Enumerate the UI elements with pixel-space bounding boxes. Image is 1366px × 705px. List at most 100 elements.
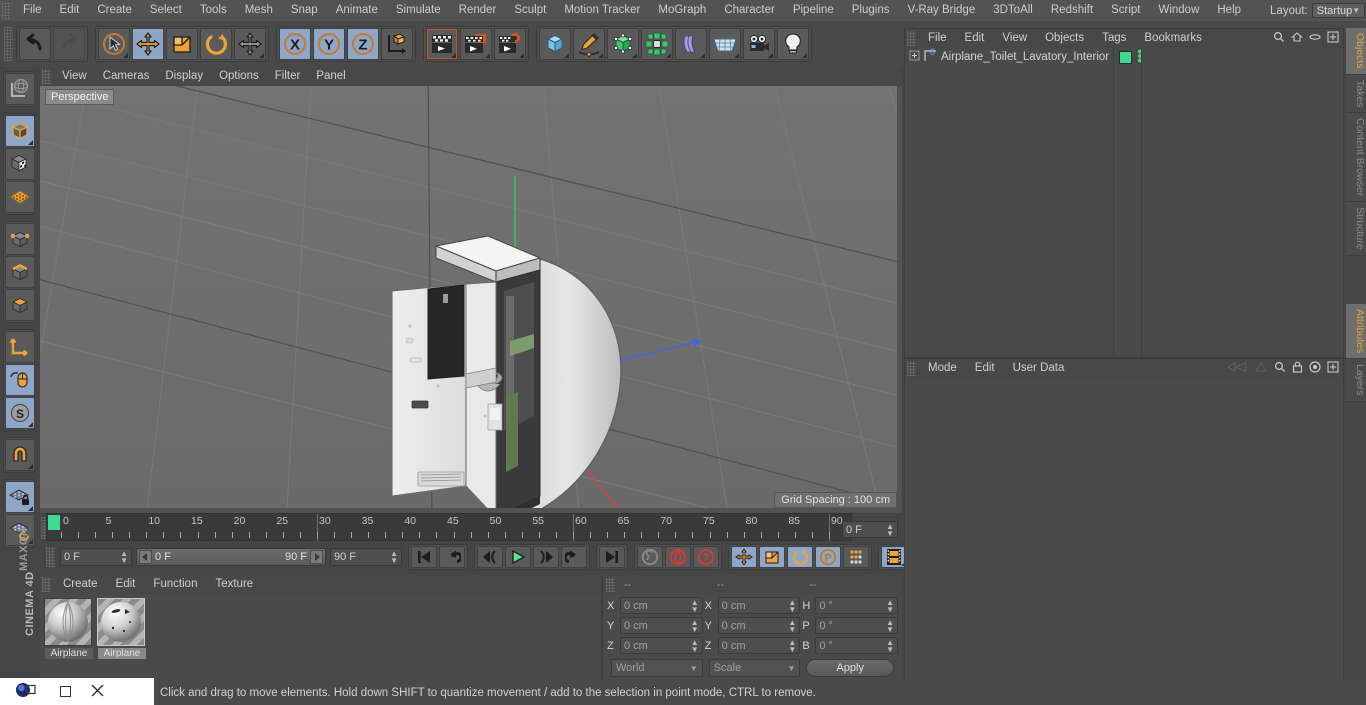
material-grip[interactable]: [42, 577, 51, 592]
undo-button[interactable]: [19, 28, 51, 60]
spinner-icon[interactable]: ▲ ▼: [886, 618, 894, 633]
spinner-icon[interactable]: ▲ ▼: [691, 598, 699, 613]
timeline-ruler[interactable]: 0 5 10 15 20 25 30 35 40 45 50 55 60 65 70 75 80 85 90: [46, 513, 852, 541]
viewport-menu-display[interactable]: Display: [157, 67, 211, 86]
attribute-menu-edit[interactable]: Edit: [966, 359, 1004, 378]
maximize-view-icon[interactable]: [883, 68, 897, 85]
coord-size-y-field[interactable]: 0 cm ▲ ▼: [717, 617, 801, 634]
attribute-menu-user-data[interactable]: User Data: [1004, 359, 1074, 378]
rotation-key-button[interactable]: [787, 546, 813, 568]
menu-item-mesh[interactable]: Mesh: [236, 0, 282, 21]
viewport-grip[interactable]: [42, 69, 51, 84]
menu-item-render[interactable]: Render: [450, 0, 506, 21]
y-axis-button[interactable]: Y: [313, 28, 345, 60]
layer-badge-icon[interactable]: 0: [923, 47, 938, 66]
go-to-start-button[interactable]: [411, 546, 437, 568]
coord-system-dropdown[interactable]: World ▼: [611, 659, 703, 677]
new-window-icon[interactable]: [1327, 31, 1339, 46]
viewport-scrollbar-vertical[interactable]: [897, 86, 902, 513]
coord-pos-y-field[interactable]: 0 cm ▲ ▼: [620, 617, 703, 634]
range-left-arrow-icon[interactable]: [139, 550, 152, 564]
menu-item-file[interactable]: File: [14, 0, 51, 21]
object-menu-bookmarks[interactable]: Bookmarks: [1135, 29, 1211, 48]
previous-frame-button[interactable]: [477, 546, 503, 568]
spinner-icon[interactable]: ▲ ▼: [788, 598, 796, 613]
tab-objects[interactable]: Objects: [1346, 28, 1366, 75]
lock-icon[interactable]: [1292, 361, 1303, 376]
material-tag-icon[interactable]: [1119, 50, 1132, 64]
coord-pos-z-field[interactable]: 0 cm ▲ ▼: [620, 637, 703, 654]
pan-icon[interactable]: [832, 68, 846, 85]
mograph-array-button[interactable]: [641, 28, 673, 60]
material-thumbnail[interactable]: [97, 598, 145, 646]
go-to-end-button[interactable]: [599, 546, 625, 568]
ellipse-icon[interactable]: [1309, 31, 1321, 46]
light-button[interactable]: [777, 28, 809, 60]
pla-key-button[interactable]: P: [815, 546, 841, 568]
points-mode-button[interactable]: [5, 223, 35, 255]
pin-left-icon[interactable]: [1226, 361, 1248, 376]
viewport-menu-view[interactable]: View: [54, 67, 95, 86]
cube-primitive-button[interactable]: [539, 28, 571, 60]
menu-item-edit[interactable]: Edit: [51, 0, 89, 21]
keyframe-selection-button[interactable]: ?: [693, 546, 719, 568]
menu-item-simulate[interactable]: Simulate: [387, 0, 450, 21]
menu-item-window[interactable]: Window: [1149, 0, 1208, 21]
object-menu-view[interactable]: View: [993, 29, 1036, 48]
spinner-icon[interactable]: ▲ ▼: [886, 638, 894, 653]
playback-grip[interactable]: [46, 547, 55, 567]
object-menu-objects[interactable]: Objects: [1036, 29, 1093, 48]
scale-key-button[interactable]: [759, 546, 785, 568]
timeline-range-slider[interactable]: 0 F 90 F: [136, 548, 326, 566]
expand-toggle-icon[interactable]: [909, 50, 920, 64]
world-object-coord-button[interactable]: [381, 28, 413, 60]
viewport-menu-filter[interactable]: Filter: [267, 67, 309, 86]
object-row[interactable]: 0 Airplane_Toilet_Lavatory_Interior: [905, 47, 1343, 66]
spline-pen-button[interactable]: [573, 28, 605, 60]
timeline-playhead[interactable]: [48, 515, 60, 530]
object-manager-grip[interactable]: [907, 31, 916, 46]
magnet-button[interactable]: [5, 439, 35, 471]
layout-select[interactable]: Startup ▼: [1311, 3, 1366, 18]
material-menu-edit[interactable]: Edit: [107, 575, 145, 594]
coord-rot-p-field[interactable]: 0 ° ▲ ▼: [815, 617, 899, 634]
menu-item-select[interactable]: Select: [141, 0, 191, 21]
snap-button[interactable]: S: [5, 397, 35, 429]
search-icon[interactable]: [1274, 361, 1286, 376]
attribute-menu-mode[interactable]: Mode: [919, 359, 966, 378]
camera-button[interactable]: [743, 28, 775, 60]
workplane-lock-button[interactable]: [5, 481, 35, 513]
zoom-icon[interactable]: [849, 68, 863, 85]
coord-pos-x-field[interactable]: 0 cm ▲ ▼: [620, 597, 703, 614]
menu-item-mograph[interactable]: MoGraph: [649, 0, 715, 21]
menu-item-help[interactable]: Help: [1208, 0, 1250, 21]
polygons-mode-button[interactable]: [5, 289, 35, 321]
spinner-icon[interactable]: ▲ ▼: [788, 638, 796, 653]
position-key-button[interactable]: [731, 546, 757, 568]
tab-takes[interactable]: Takes: [1346, 74, 1366, 114]
material-item[interactable]: Airplane: [97, 598, 147, 680]
tag-dots-icon[interactable]: [1137, 49, 1143, 66]
global-local-axis-button[interactable]: [5, 73, 35, 105]
coord-size-x-field[interactable]: 0 cm ▲ ▼: [717, 597, 801, 614]
spinner-icon[interactable]: ▲ ▼: [788, 618, 796, 633]
target-icon[interactable]: [1309, 361, 1321, 376]
previous-key-button[interactable]: [439, 546, 465, 568]
x-axis-button[interactable]: X: [279, 28, 311, 60]
spinner-icon[interactable]: ▲ ▼: [691, 618, 699, 633]
bend-deformer-button[interactable]: [675, 28, 707, 60]
new-window-icon[interactable]: [1327, 361, 1339, 376]
move-axis-button[interactable]: [234, 28, 266, 60]
viewport-solo-button[interactable]: [5, 364, 35, 396]
spinner-icon[interactable]: ▲ ▼: [886, 522, 894, 537]
render-view-button[interactable]: [426, 28, 458, 60]
timeline-start-field[interactable]: 0 F ▲ ▼: [60, 548, 132, 566]
search-icon[interactable]: [1273, 31, 1285, 46]
object-name[interactable]: Airplane_Toilet_Lavatory_Interior: [941, 51, 1109, 63]
spinner-icon[interactable]: ▲ ▼: [691, 638, 699, 653]
spinner-icon[interactable]: ▲ ▼: [120, 550, 128, 565]
model-mode-button[interactable]: [5, 115, 35, 147]
edges-mode-button[interactable]: [5, 256, 35, 288]
render-picture-viewer-button[interactable]: [460, 28, 492, 60]
tab-content-browser[interactable]: Content Browser: [1346, 113, 1366, 203]
